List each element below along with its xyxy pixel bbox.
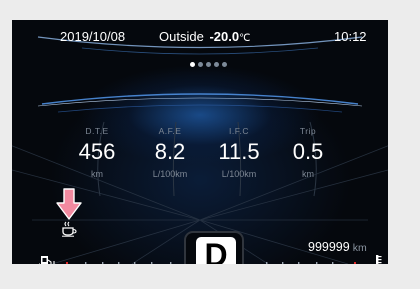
temperature-unit: ℃ [239,33,251,44]
ifc-unit: L/100km [221,169,257,179]
odometer-value: 999999 [308,240,350,254]
trip-value: 0.5 [292,139,324,164]
page-dot-1[interactable] [190,62,195,67]
trip-column-dte: D.T.E 456 km [62,126,132,179]
odometer-unit: km [352,242,367,254]
afe-unit: L/100km [152,169,188,179]
page-dot-5[interactable] [222,62,227,67]
status-bar: 2019/10/08 Outside -20.0℃ 10:12 [12,26,388,46]
temperature-value: -20.0 [209,29,240,44]
page-dot-2[interactable] [198,62,203,67]
page-dot-4[interactable] [214,62,219,67]
dte-label: D.T.E [85,126,109,136]
temp-gauge-scale [266,262,356,264]
dte-unit: km [91,169,103,179]
instrument-cluster-screen: 2019/10/08 Outside -20.0℃ 10:12 D.T.E 45… [12,20,388,264]
afe-label: A.F.E [158,126,182,136]
trip-info-panel: D.T.E 456 km A.F.E 8.2 L/100km I.F.C 11.… [62,126,352,186]
outside-temperature: Outside -20.0℃ [159,29,250,44]
down-arrow-icon [56,188,82,220]
trip-column-trip: Trip 0.5 km [273,126,343,179]
trip-column-afe: A.F.E 8.2 L/100km [135,126,205,179]
trip-label: Trip [299,126,317,136]
clock: 10:12 [334,29,367,44]
ifc-value: 11.5 [218,139,260,164]
fuel-gauge-scale [66,262,172,264]
coolant-temperature-icon [376,255,382,264]
coffee-cup-icon [62,221,77,237]
fuel-empty-label: E [54,263,60,264]
ifc-label: I.F.C [229,126,249,136]
dte-value: 456 [78,139,116,164]
trip-column-ifc: I.F.C 11.5 L/100km [204,126,274,179]
date-label: 2019/10/08 [60,29,126,44]
temp-cold-label: C [252,263,258,264]
gear-indicator: D [196,237,236,264]
page-dot-3[interactable] [206,62,211,67]
odometer: 999999 km [308,240,367,254]
trip-unit: km [302,169,314,179]
afe-value: 8.2 [154,139,186,164]
fuel-full-label: F [178,263,183,264]
outside-label: Outside [159,29,204,44]
fuel-gauge: E F [54,258,194,264]
